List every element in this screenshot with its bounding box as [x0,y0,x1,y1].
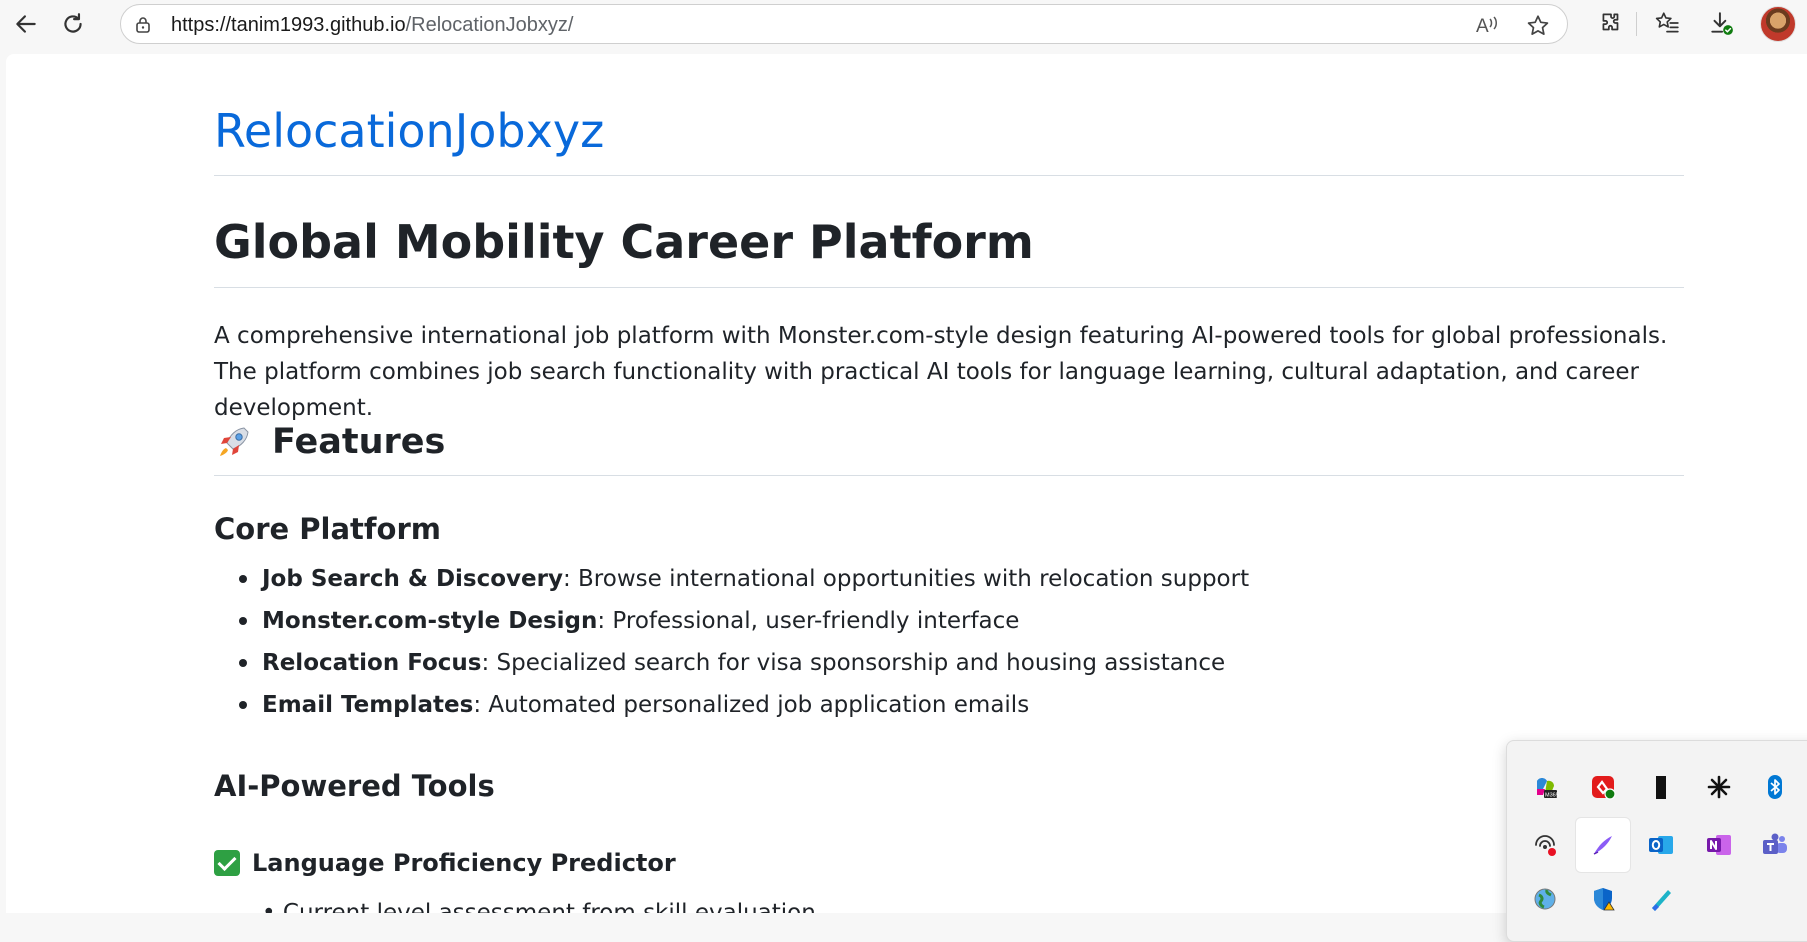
downloads-icon [1711,12,1733,35]
features-heading-text: Features [272,422,446,462]
outlook-icon[interactable] [1633,817,1689,873]
site-title-link[interactable]: RelocationJobxyz [214,104,604,158]
favorites-button[interactable] [1652,8,1682,38]
core-feature-list: Job Search & Discovery: Browse internati… [214,558,1249,726]
downloads-button[interactable] [1706,8,1736,38]
list-item-title: Relocation Focus [262,650,482,676]
wifi-hotspot-icon[interactable] [1517,817,1573,873]
list-item: Email Templates: Automated personalized … [214,684,1249,726]
list-item-title: Email Templates [262,692,474,718]
list-item: Relocation Focus: Specialized search for… [214,642,1249,684]
ai-tools-heading: AI-Powered Tools [214,769,495,803]
profile-avatar[interactable] [1760,6,1796,42]
intro-paragraph: A comprehensive international job platfo… [214,323,1668,421]
svg-text:M365: M365 [1545,793,1559,799]
features-heading: Features [214,422,445,462]
security-app-icon[interactable] [1575,759,1631,815]
svg-text:A: A [1476,16,1489,37]
list-item-desc: : Automated personalized job application… [473,692,1030,718]
onenote-icon[interactable] [1691,817,1747,873]
favorites-icon [1655,12,1679,33]
extensions-button[interactable] [1596,8,1626,38]
browser-toolbar: https://tanim1993.github.io/RelocationJo… [0,0,1807,48]
tool-heading-text: Language Proficiency Predictor [252,849,676,877]
address-bar[interactable]: https://tanim1993.github.io/RelocationJo… [120,4,1568,44]
url-text[interactable]: https://tanim1993.github.io/RelocationJo… [171,14,573,36]
m365-copilot-icon[interactable]: M365 [1517,759,1573,815]
refresh-icon [64,13,82,33]
defender-shield-icon[interactable] [1575,871,1631,927]
refresh-button[interactable] [55,6,91,42]
cutoff-text: Current level assessment from skill eval… [282,900,816,913]
page-title: Global Mobility Career Platform [214,215,1034,269]
favorite-star-icon[interactable] [1525,13,1551,39]
list-item-desc: : Professional, user-friendly interface [597,608,1020,634]
lock-icon[interactable] [133,15,153,35]
divider [214,475,1684,476]
core-platform-heading: Core Platform [214,512,441,546]
teams-icon[interactable] [1747,817,1803,873]
back-icon [16,15,36,33]
list-item: Monster.com-style Design: Professional, … [214,600,1249,642]
rocket-icon [220,427,249,456]
black-app-icon[interactable] [1633,759,1689,815]
url-host: https://tanim1993.github.io [171,14,406,36]
check-mark-icon [214,850,240,876]
copilot-stroke-icon[interactable] [1633,871,1689,927]
list-item-title: Job Search & Discovery [262,566,563,592]
back-button[interactable] [8,6,44,42]
list-item-title: Monster.com-style Design [262,608,598,634]
toolbar-separator [1636,12,1637,36]
divider [214,175,1684,176]
globe-network-icon[interactable] [1517,871,1573,927]
cutoff-list-text: • Current level assessment from skill ev… [262,900,816,913]
asterisk-app-icon[interactable] [1691,759,1747,815]
tool-heading-language: Language Proficiency Predictor [214,849,676,877]
bluetooth-icon[interactable] [1747,759,1803,815]
list-item: Job Search & Discovery: Browse internati… [214,558,1249,600]
list-item-desc: : Specialized search for visa sponsorshi… [481,650,1226,676]
divider [214,287,1684,288]
system-tray-flyout: M365 [1506,740,1807,942]
read-aloud-icon[interactable]: A [1474,13,1502,37]
pen-app-icon[interactable] [1575,817,1631,873]
url-path: /RelocationJobxyz/ [405,14,574,36]
extensions-icon [1602,13,1619,31]
list-item-desc: : Browse international opportunities wit… [562,566,1250,592]
